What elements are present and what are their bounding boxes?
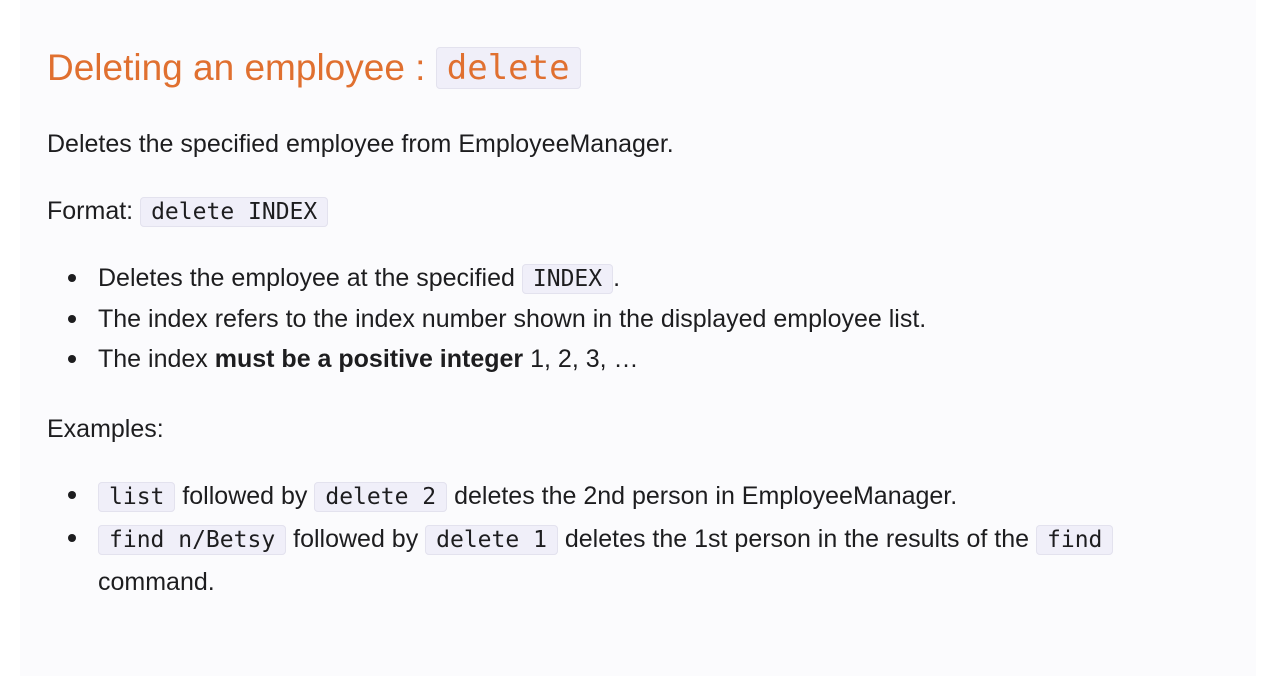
content-panel: Deleting an employee : delete Deletes th… xyxy=(20,0,1256,676)
note-suffix: . xyxy=(613,264,621,292)
format-line: Format: delete INDEX xyxy=(47,193,329,230)
heading-command-code: delete xyxy=(435,47,581,89)
note-suffix: 1, 2, 3, … xyxy=(523,345,639,373)
example-code: find xyxy=(1036,525,1114,555)
format-label: Format: xyxy=(47,197,141,225)
list-item: The index must be a positive integer 1, … xyxy=(47,339,926,379)
list-item: list followed by delete 2 deletes the 2n… xyxy=(47,475,1113,518)
list-item: find n/Betsy followed by delete 1 delete… xyxy=(47,518,1114,603)
example-text: deletes the 1st person in the results of… xyxy=(557,525,1036,553)
note-text: The index xyxy=(98,345,215,373)
example-text: followed by xyxy=(175,482,315,510)
example-text: command. xyxy=(98,568,215,596)
example-code: delete 2 xyxy=(314,482,448,512)
list-item: Deletes the employee at the specified IN… xyxy=(47,258,926,299)
note-emphasis: must be a positive integer xyxy=(214,345,524,373)
note-text: The index refers to the index number sho… xyxy=(98,305,927,333)
notes-list: Deletes the employee at the specified IN… xyxy=(47,258,926,379)
examples-label: Examples: xyxy=(47,415,164,443)
section-heading: Deleting an employee : delete xyxy=(47,43,581,93)
example-text: deletes the 2nd person in EmployeeManage… xyxy=(447,482,958,510)
index-code: INDEX xyxy=(521,264,614,294)
example-code: list xyxy=(98,482,176,512)
example-code: find n/Betsy xyxy=(98,525,287,555)
note-text: Deletes the employee at the specified xyxy=(98,264,522,292)
example-text: followed by xyxy=(286,525,426,553)
examples-list: list followed by delete 2 deletes the 2n… xyxy=(47,475,1114,603)
example-code: delete 1 xyxy=(425,525,558,555)
list-item: The index refers to the index number sho… xyxy=(47,299,926,339)
format-code: delete INDEX xyxy=(140,197,329,227)
heading-text: Deleting an employee : xyxy=(47,47,436,88)
description-text: Deletes the specified employee from Empl… xyxy=(47,130,674,158)
